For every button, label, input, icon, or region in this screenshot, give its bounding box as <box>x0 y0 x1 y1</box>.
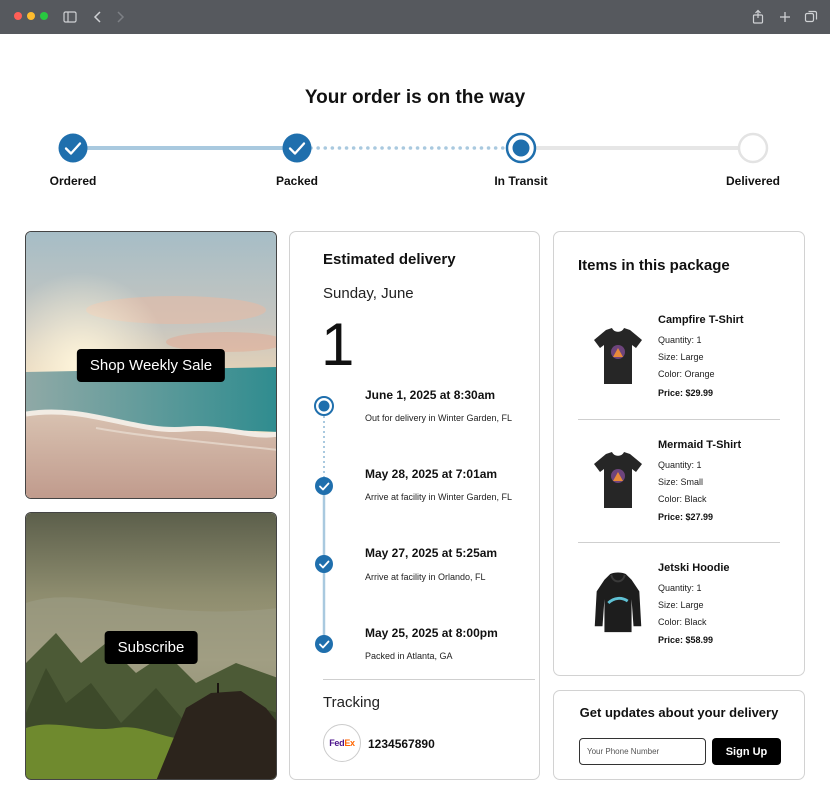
page-title: Your order is on the way <box>304 87 526 108</box>
weekly-sale-promo-card[interactable]: Shop Weekly Sale <box>25 231 277 499</box>
delivery-updates-title: Get updates about your delivery <box>579 705 779 720</box>
item-divider <box>578 542 780 543</box>
order-progress-stepper: Ordered Packed In Transit Delivered <box>0 120 830 200</box>
tracking-divider <box>323 679 535 680</box>
tab-overview-icon[interactable] <box>803 9 819 25</box>
timeline-done-icon <box>315 635 333 653</box>
item-divider <box>578 419 780 420</box>
step-label-packed: Packed <box>275 174 319 188</box>
item-name: Campfire T-Shirt <box>658 314 744 326</box>
hiker-figure <box>217 683 219 693</box>
delivery-day-number: 1 <box>321 311 355 378</box>
timeline-done-icon <box>315 477 333 495</box>
back-arrow-icon[interactable] <box>90 9 106 25</box>
delivery-updates-panel: Get updates about your delivery Sign Up <box>553 690 805 780</box>
item-quantity: Quantity: 1 <box>658 460 702 470</box>
step-delivered-pending-icon <box>737 132 769 164</box>
item-price: Price: $29.99 <box>658 388 714 398</box>
step-label-in-transit: In Transit <box>494 174 548 188</box>
minimize-window-button[interactable] <box>27 12 35 20</box>
forward-arrow-icon[interactable] <box>112 9 128 25</box>
tshirt-icon <box>594 452 642 508</box>
item-quantity: Quantity: 1 <box>658 335 702 345</box>
package-items-panel: Items in this package Campfire T-Shirt Q… <box>553 231 805 676</box>
step-label-delivered: Delivered <box>725 174 781 188</box>
item-color: Color: Black <box>658 494 707 504</box>
browser-toolbar <box>0 0 830 34</box>
item-size: Size: Large <box>658 600 704 610</box>
item-price: Price: $27.99 <box>658 512 714 522</box>
maximize-window-button[interactable] <box>40 12 48 20</box>
new-tab-icon[interactable] <box>777 9 793 25</box>
event-subtitle: Arrive at facility in Winter Garden, FL <box>365 492 513 502</box>
event-subtitle: Packed in Atlanta, GA <box>365 651 453 661</box>
share-icon[interactable] <box>750 9 766 25</box>
phone-number-input[interactable] <box>579 738 706 765</box>
item-color: Color: Black <box>658 617 707 627</box>
subscribe-promo-card[interactable]: Subscribe <box>25 512 277 780</box>
shop-weekly-sale-button[interactable]: Shop Weekly Sale <box>76 349 226 382</box>
event-subtitle: Out for delivery in Winter Garden, FL <box>365 413 513 423</box>
progress-track <box>58 132 769 164</box>
event-title: May 27, 2025 at 5:25am <box>365 546 498 560</box>
event-title: May 25, 2025 at 8:00pm <box>365 626 498 640</box>
tracking-label: Tracking <box>323 694 380 711</box>
sign-up-button[interactable]: Sign Up <box>712 738 781 765</box>
event-title: June 1, 2025 at 8:30am <box>365 388 496 402</box>
step-ordered-done-icon <box>58 133 88 163</box>
event-title: May 28, 2025 at 7:01am <box>365 467 498 481</box>
item-name: Mermaid T-Shirt <box>658 439 742 451</box>
tracking-number-link[interactable]: 1234567890 <box>368 737 435 751</box>
estimated-delivery-panel: Estimated delivery Sunday, June 1 June 1… <box>289 231 540 780</box>
item-name: Jetski Hoodie <box>658 562 730 574</box>
estimated-delivery-title: Estimated delivery <box>323 251 456 268</box>
step-packed-done-icon <box>282 133 312 163</box>
tshirt-icon <box>594 328 642 384</box>
item-quantity: Quantity: 1 <box>658 583 702 593</box>
subscribe-button[interactable]: Subscribe <box>104 631 198 664</box>
hoodie-icon <box>594 572 642 633</box>
close-window-button[interactable] <box>14 12 22 20</box>
timeline-done-icon <box>315 555 333 573</box>
item-size: Size: Large <box>658 352 704 362</box>
fedex-logo-icon: Fed Ex <box>323 724 361 762</box>
event-subtitle: Arrive at facility in Orlando, FL <box>365 572 486 582</box>
item-size: Size: Small <box>658 477 704 487</box>
item-price: Price: $58.99 <box>658 635 714 645</box>
package-items-title: Items in this package <box>578 257 730 274</box>
delivery-date-line: Sunday, June <box>323 285 414 302</box>
step-label-ordered: Ordered <box>49 174 97 188</box>
sidebar-toggle-icon[interactable] <box>62 9 78 25</box>
delivery-timeline <box>314 396 334 653</box>
item-color: Color: Orange <box>658 369 715 379</box>
